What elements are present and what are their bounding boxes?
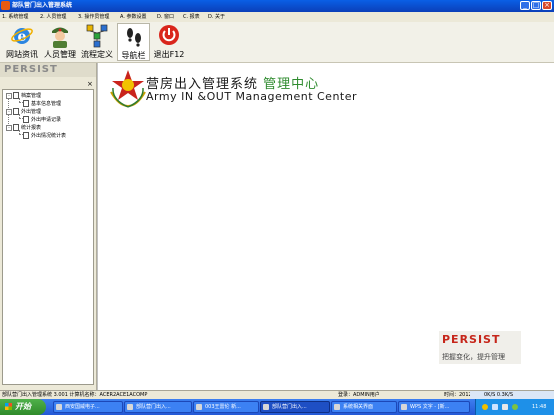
tree-node-label: 外出管理	[21, 109, 42, 115]
exit-label: 退出F12	[153, 50, 185, 59]
task-label: 西安国威电子...	[65, 404, 100, 410]
toolbar: e 网站资讯 人员管理 流程定义 导航栏 退出F12	[0, 22, 554, 63]
app-icon	[56, 404, 62, 410]
menu-report[interactable]: C. 报表	[183, 12, 200, 22]
system-tray: 11:48	[475, 399, 554, 415]
navigation-bar-label: 导航栏	[121, 51, 146, 60]
website-news-button[interactable]: e 网站资讯	[3, 23, 41, 61]
close-button[interactable]: ×	[542, 1, 552, 10]
task-label: 003王雷伦 新...	[205, 404, 241, 410]
minimize-button[interactable]: _	[520, 1, 530, 10]
panel-close-icon[interactable]: ×	[87, 80, 93, 88]
folder-icon	[13, 92, 19, 99]
task-label: 系统相关界面	[343, 404, 374, 410]
panel-header-title: PERSIST	[4, 64, 58, 75]
panel-header: PERSIST	[0, 63, 96, 77]
menu-window[interactable]: D. 窗口	[157, 12, 174, 22]
brand-slogan: 把握变化，提升管理	[442, 353, 505, 361]
windows-logo-icon	[5, 403, 12, 410]
clock[interactable]: 11:48	[532, 399, 546, 415]
task-label: 部队营门出入...	[136, 404, 171, 410]
menu-parameters[interactable]: A. 参数设置	[120, 12, 147, 22]
menu-system[interactable]: 1. 系统管理	[2, 12, 28, 22]
taskbar-item-active[interactable]: 部队营门出入...	[260, 401, 330, 413]
taskbar-item[interactable]: 西安国威电子...	[53, 401, 123, 413]
collapse-icon[interactable]: -	[6, 124, 12, 131]
folder-icon	[334, 404, 340, 410]
update-icon[interactable]	[512, 404, 518, 410]
app-icon	[1, 1, 10, 10]
app-icon	[127, 404, 133, 410]
taskbar-item[interactable]: WPS 文字 - [新...	[398, 401, 470, 413]
tree-item-outing-records[interactable]: 外出申请记录	[23, 116, 61, 124]
tree-node-label: 档案管理	[21, 93, 42, 99]
start-label: 开始	[15, 402, 31, 411]
tree-node-outing[interactable]: - 外出管理	[6, 108, 41, 116]
flow-definition-button[interactable]: 流程定义	[79, 23, 115, 61]
maximize-button[interactable]: □	[531, 1, 541, 10]
network-icon[interactable]	[492, 404, 498, 410]
start-button[interactable]: 开始	[0, 399, 46, 415]
menu-bar: 1. 系统管理 2. 人员管理 3. 操作员管理 A. 参数设置 D. 窗口 C…	[0, 12, 554, 22]
document-icon	[23, 116, 29, 123]
personnel-label: 人员管理	[44, 50, 76, 59]
security-icon[interactable]	[482, 404, 488, 410]
exit-button[interactable]: 退出F12	[152, 23, 186, 61]
tree-node-archive[interactable]: - 档案管理	[6, 92, 41, 100]
tree-item-label: 外出申请记录	[31, 117, 62, 123]
window-title: 部队营门出入管理系统	[12, 2, 73, 9]
tree-item-label: 外出情况统计表	[31, 133, 67, 139]
flow-definition-label: 流程定义	[81, 50, 113, 59]
document-icon	[23, 132, 29, 139]
footprints-icon	[126, 28, 141, 47]
tree-item-outing-stats[interactable]: 外出情况统计表	[23, 132, 66, 140]
taskbar: 开始 西安国威电子... 部队营门出入... 003王雷伦 新... 部队营门出…	[0, 399, 554, 415]
system-title-en: Army IN &OUT Management Center	[146, 90, 358, 103]
army-emblem-icon	[110, 70, 146, 108]
app-icon	[196, 404, 202, 410]
collapse-icon[interactable]: -	[6, 92, 12, 99]
volume-icon[interactable]	[502, 404, 508, 410]
ie-browser-icon: e	[11, 28, 33, 45]
taskbar-item[interactable]: 系统相关界面	[331, 401, 397, 413]
menu-personnel[interactable]: 2. 人员管理	[40, 12, 66, 22]
folder-icon	[13, 108, 19, 115]
flowchart-icon	[86, 24, 108, 48]
navigation-panel: PERSIST × - 档案管理 基本信息管理 - 外出管理 外出申请记录 - 统计报…	[0, 63, 97, 390]
task-label: WPS 文字 - [新...	[410, 404, 450, 410]
task-label: 部队营门出入...	[272, 404, 307, 410]
nav-tree: - 档案管理 基本信息管理 - 外出管理 外出申请记录 - 统计报表 外出情况统计表	[2, 89, 94, 385]
tree-item-label: 基本信息管理	[31, 101, 62, 107]
power-icon	[159, 25, 179, 45]
brand-name: PERSIST	[442, 333, 501, 346]
soldier-icon	[52, 27, 68, 48]
window-title-bar[interactable]: 部队营门出入管理系统 _ □ ×	[0, 0, 554, 12]
collapse-icon[interactable]: -	[6, 108, 12, 115]
folder-icon	[13, 124, 19, 131]
taskbar-item[interactable]: 003王雷伦 新...	[193, 401, 259, 413]
brand-logo: PERSIST 把握变化，提升管理	[439, 331, 521, 364]
tree-node-reports[interactable]: - 统计报表	[6, 124, 41, 132]
main-workspace: 营房出入管理系统 管理中心 Army IN &OUT Management Ce…	[97, 63, 554, 390]
website-news-label: 网站资讯	[6, 50, 38, 59]
menu-operator[interactable]: 3. 操作员管理	[78, 12, 109, 22]
tree-node-label: 统计报表	[21, 125, 42, 131]
menu-about[interactable]: D. 关于	[208, 12, 225, 22]
personnel-button[interactable]: 人员管理	[43, 23, 77, 61]
navigation-bar-button[interactable]: 导航栏	[117, 23, 150, 61]
tree-item-basic-info[interactable]: 基本信息管理	[23, 100, 61, 108]
taskbar-item[interactable]: 部队营门出入...	[124, 401, 192, 413]
document-icon	[23, 100, 29, 107]
app-icon	[263, 404, 269, 410]
wps-icon	[401, 404, 407, 410]
